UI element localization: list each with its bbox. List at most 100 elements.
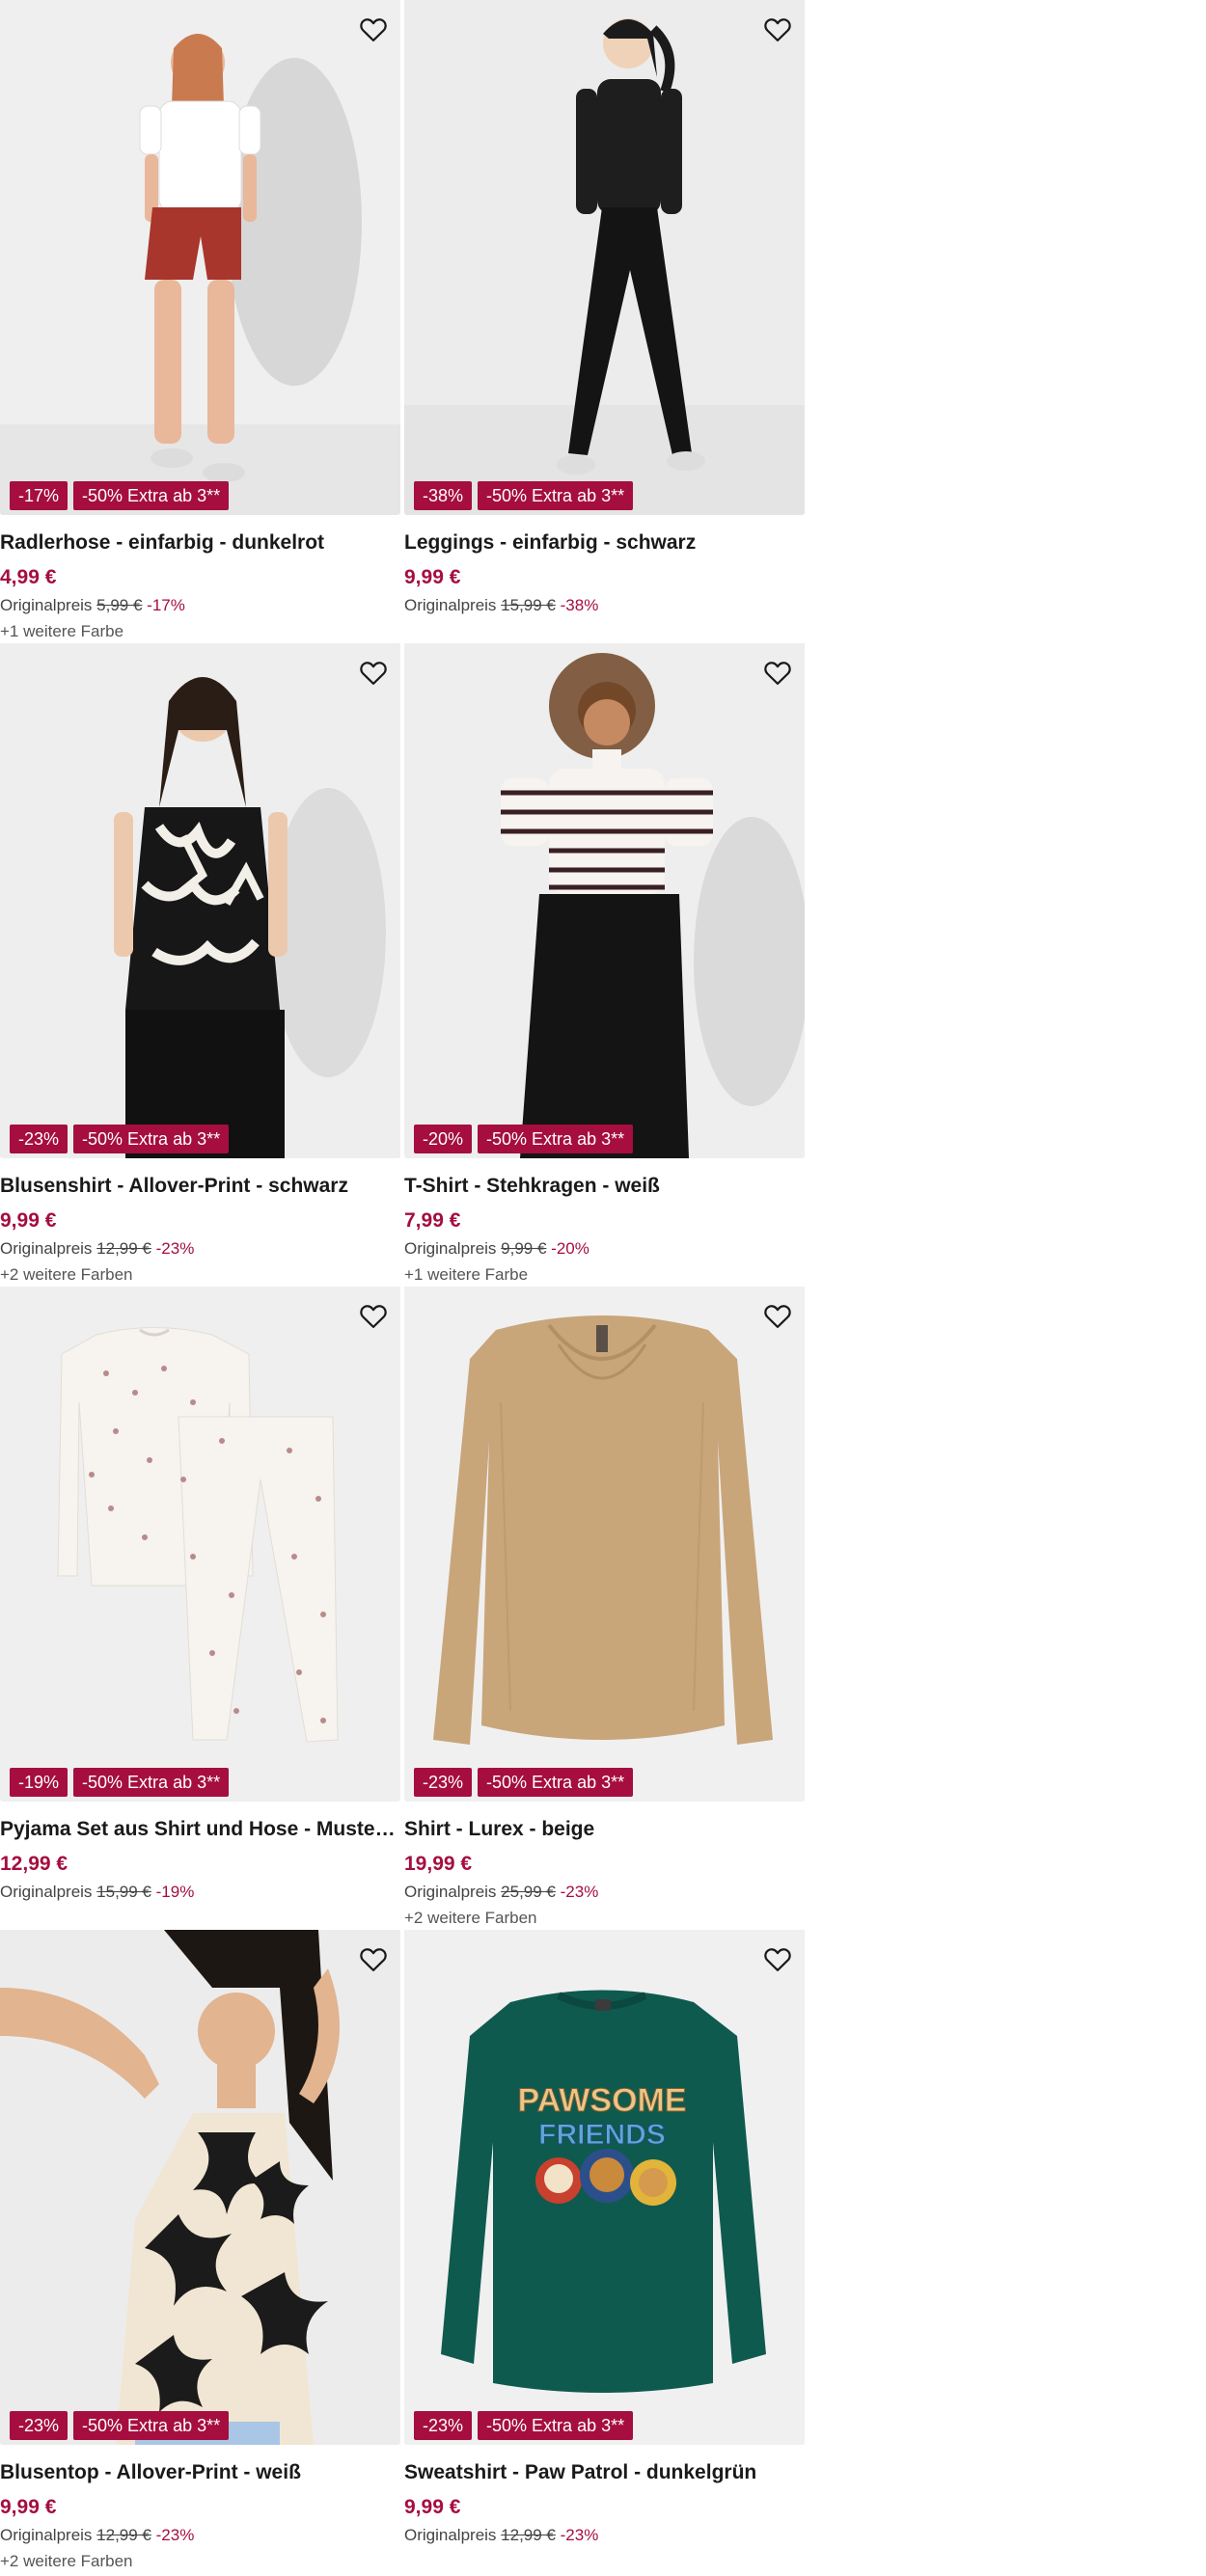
discount-percent: -38% — [560, 596, 599, 614]
wishlist-button[interactable] — [356, 1298, 391, 1333]
promo-badge: -50% Extra ab 3** — [73, 1768, 230, 1797]
original-label: Originalpreis — [404, 1883, 497, 1901]
product-card[interactable]: -23% -50% Extra ab 3** Shirt - Lurex - b… — [404, 1287, 805, 1930]
product-card[interactable]: -17% -50% Extra ab 3** Radlerhose - einf… — [0, 0, 400, 643]
product-price: 9,99 € — [0, 2496, 57, 2518]
more-colors[interactable] — [404, 2547, 805, 2576]
discount-percent: -23% — [155, 1239, 195, 1258]
original-price-line: Originalpreis 15,99 € -38% — [404, 594, 805, 617]
product-card[interactable]: -19% -50% Extra ab 3** Pyjama Set aus Sh… — [0, 1287, 400, 1930]
original-price: 9,99 € — [501, 1239, 547, 1258]
discount-percent: -20% — [551, 1239, 589, 1258]
discount-percent: -23% — [155, 2526, 195, 2544]
product-title[interactable]: Blusentop - Allover-Print - weiß — [0, 2458, 400, 2487]
product-photo-sweatshirt: PAWSOME FRIENDS — [404, 1930, 805, 2445]
product-title[interactable]: Leggings - einfarbig - schwarz — [404, 529, 805, 557]
more-colors[interactable] — [0, 1904, 400, 1933]
badge-group: -23% -50% Extra ab 3** — [414, 2411, 634, 2440]
wishlist-button[interactable] — [760, 1298, 795, 1333]
discount-percent: -23% — [560, 2526, 599, 2544]
more-colors[interactable]: +2 weitere Farben — [404, 1904, 805, 1933]
product-image[interactable]: -23% -50% Extra ab 3** — [0, 643, 400, 1158]
wishlist-button[interactable] — [760, 1941, 795, 1976]
product-info: Leggings - einfarbig - schwarz 9,99 € Or… — [404, 515, 805, 646]
original-price-line: Originalpreis 9,99 € -20% — [404, 1237, 805, 1261]
product-price: 7,99 € — [404, 1209, 461, 1232]
product-photo-blusentop — [0, 1930, 400, 2445]
product-price: 4,99 € — [0, 566, 57, 588]
original-price: 12,99 € — [501, 2526, 556, 2544]
original-price-line: Originalpreis 15,99 € -19% — [0, 1881, 400, 1904]
original-price: 15,99 € — [501, 596, 556, 614]
product-card[interactable]: -23% -50% Extra ab 3** Blusenshirt - All… — [0, 643, 400, 1287]
more-colors[interactable]: +2 weitere Farben — [0, 2547, 400, 2576]
discount-badge: -23% — [10, 1125, 69, 1153]
original-price-line: Originalpreis 5,99 € -17% — [0, 594, 400, 617]
product-title[interactable]: T-Shirt - Stehkragen - weiß — [404, 1172, 805, 1201]
discount-badge: -23% — [414, 2411, 473, 2440]
product-info: Radlerhose - einfarbig - dunkelrot 4,99 … — [0, 515, 400, 646]
product-card[interactable]: -20% -50% Extra ab 3** T-Shirt - Stehkra… — [404, 643, 805, 1287]
wishlist-button[interactable] — [356, 12, 391, 46]
product-photo-blusenshirt — [0, 643, 400, 1158]
discount-badge: -19% — [10, 1768, 69, 1797]
promo-badge: -50% Extra ab 3** — [478, 2411, 634, 2440]
product-image[interactable]: PAWSOME FRIENDS -23% -50% Extra ab 3** — [404, 1930, 805, 2445]
heart-outline-icon — [360, 662, 387, 685]
product-info: Blusentop - Allover-Print - weiß 9,99 € … — [0, 2445, 400, 2576]
product-title[interactable]: Radlerhose - einfarbig - dunkelrot — [0, 529, 400, 557]
product-title[interactable]: Pyjama Set aus Shirt und Hose - Mustermi… — [0, 1815, 400, 1844]
promo-badge: -50% Extra ab 3** — [478, 1125, 634, 1153]
original-price-line: Originalpreis 12,99 € -23% — [404, 2524, 805, 2547]
original-label: Originalpreis — [0, 596, 93, 614]
product-price: 9,99 € — [404, 2496, 461, 2518]
product-info: Shirt - Lurex - beige 19,99 € Originalpr… — [404, 1802, 805, 1933]
original-price: 25,99 € — [501, 1883, 556, 1901]
wishlist-button[interactable] — [760, 655, 795, 690]
print-text-bottom: FRIENDS — [538, 2119, 666, 2151]
product-info: Blusenshirt - Allover-Print - schwarz 9,… — [0, 1158, 400, 1289]
product-image[interactable]: -23% -50% Extra ab 3** — [0, 1930, 400, 2445]
promo-badge: -50% Extra ab 3** — [478, 481, 634, 510]
discount-badge: -17% — [10, 481, 69, 510]
product-title[interactable]: Sweatshirt - Paw Patrol - dunkelgrün — [404, 2458, 805, 2487]
original-label: Originalpreis — [404, 596, 497, 614]
more-colors[interactable]: +1 weitere Farbe — [0, 617, 400, 646]
discount-percent: -23% — [560, 1883, 599, 1901]
product-image[interactable]: -20% -50% Extra ab 3** — [404, 643, 805, 1158]
product-title[interactable]: Shirt - Lurex - beige — [404, 1815, 805, 1844]
more-colors[interactable] — [404, 617, 805, 646]
promo-badge: -50% Extra ab 3** — [73, 1125, 230, 1153]
product-photo-pyjama — [0, 1287, 400, 1802]
wishlist-button[interactable] — [356, 1941, 391, 1976]
promo-badge: -50% Extra ab 3** — [73, 2411, 230, 2440]
product-card[interactable]: -23% -50% Extra ab 3** Blusentop - Allov… — [0, 1930, 400, 2573]
badge-group: -17% -50% Extra ab 3** — [10, 481, 230, 510]
product-image[interactable]: -23% -50% Extra ab 3** — [404, 1287, 805, 1802]
discount-badge: -38% — [414, 481, 473, 510]
product-card[interactable]: PAWSOME FRIENDS -23% -50% Extra ab 3** S… — [404, 1930, 805, 2573]
wishlist-button[interactable] — [760, 12, 795, 46]
product-price: 12,99 € — [0, 1853, 69, 1875]
product-image[interactable]: -17% -50% Extra ab 3** — [0, 0, 400, 515]
product-image[interactable]: -38% -50% Extra ab 3** — [404, 0, 805, 515]
product-image[interactable]: -19% -50% Extra ab 3** — [0, 1287, 400, 1802]
heart-outline-icon — [764, 662, 791, 685]
heart-outline-icon — [764, 18, 791, 41]
more-colors[interactable]: +1 weitere Farbe — [404, 1261, 805, 1289]
original-label: Originalpreis — [404, 2526, 497, 2544]
heart-outline-icon — [360, 1305, 387, 1328]
product-photo-radlerhose — [0, 0, 400, 515]
more-colors[interactable]: +2 weitere Farben — [0, 1261, 400, 1289]
badge-group: -38% -50% Extra ab 3** — [414, 481, 634, 510]
product-photo-leggings — [404, 0, 805, 515]
product-card[interactable]: -38% -50% Extra ab 3** Leggings - einfar… — [404, 0, 805, 643]
original-label: Originalpreis — [0, 1883, 93, 1901]
heart-outline-icon — [360, 18, 387, 41]
original-price-line: Originalpreis 12,99 € -23% — [0, 1237, 400, 1261]
wishlist-button[interactable] — [356, 655, 391, 690]
product-photo-tshirt — [404, 643, 805, 1158]
original-label: Originalpreis — [404, 1239, 497, 1258]
product-title[interactable]: Blusenshirt - Allover-Print - schwarz — [0, 1172, 400, 1201]
heart-outline-icon — [764, 1948, 791, 1971]
